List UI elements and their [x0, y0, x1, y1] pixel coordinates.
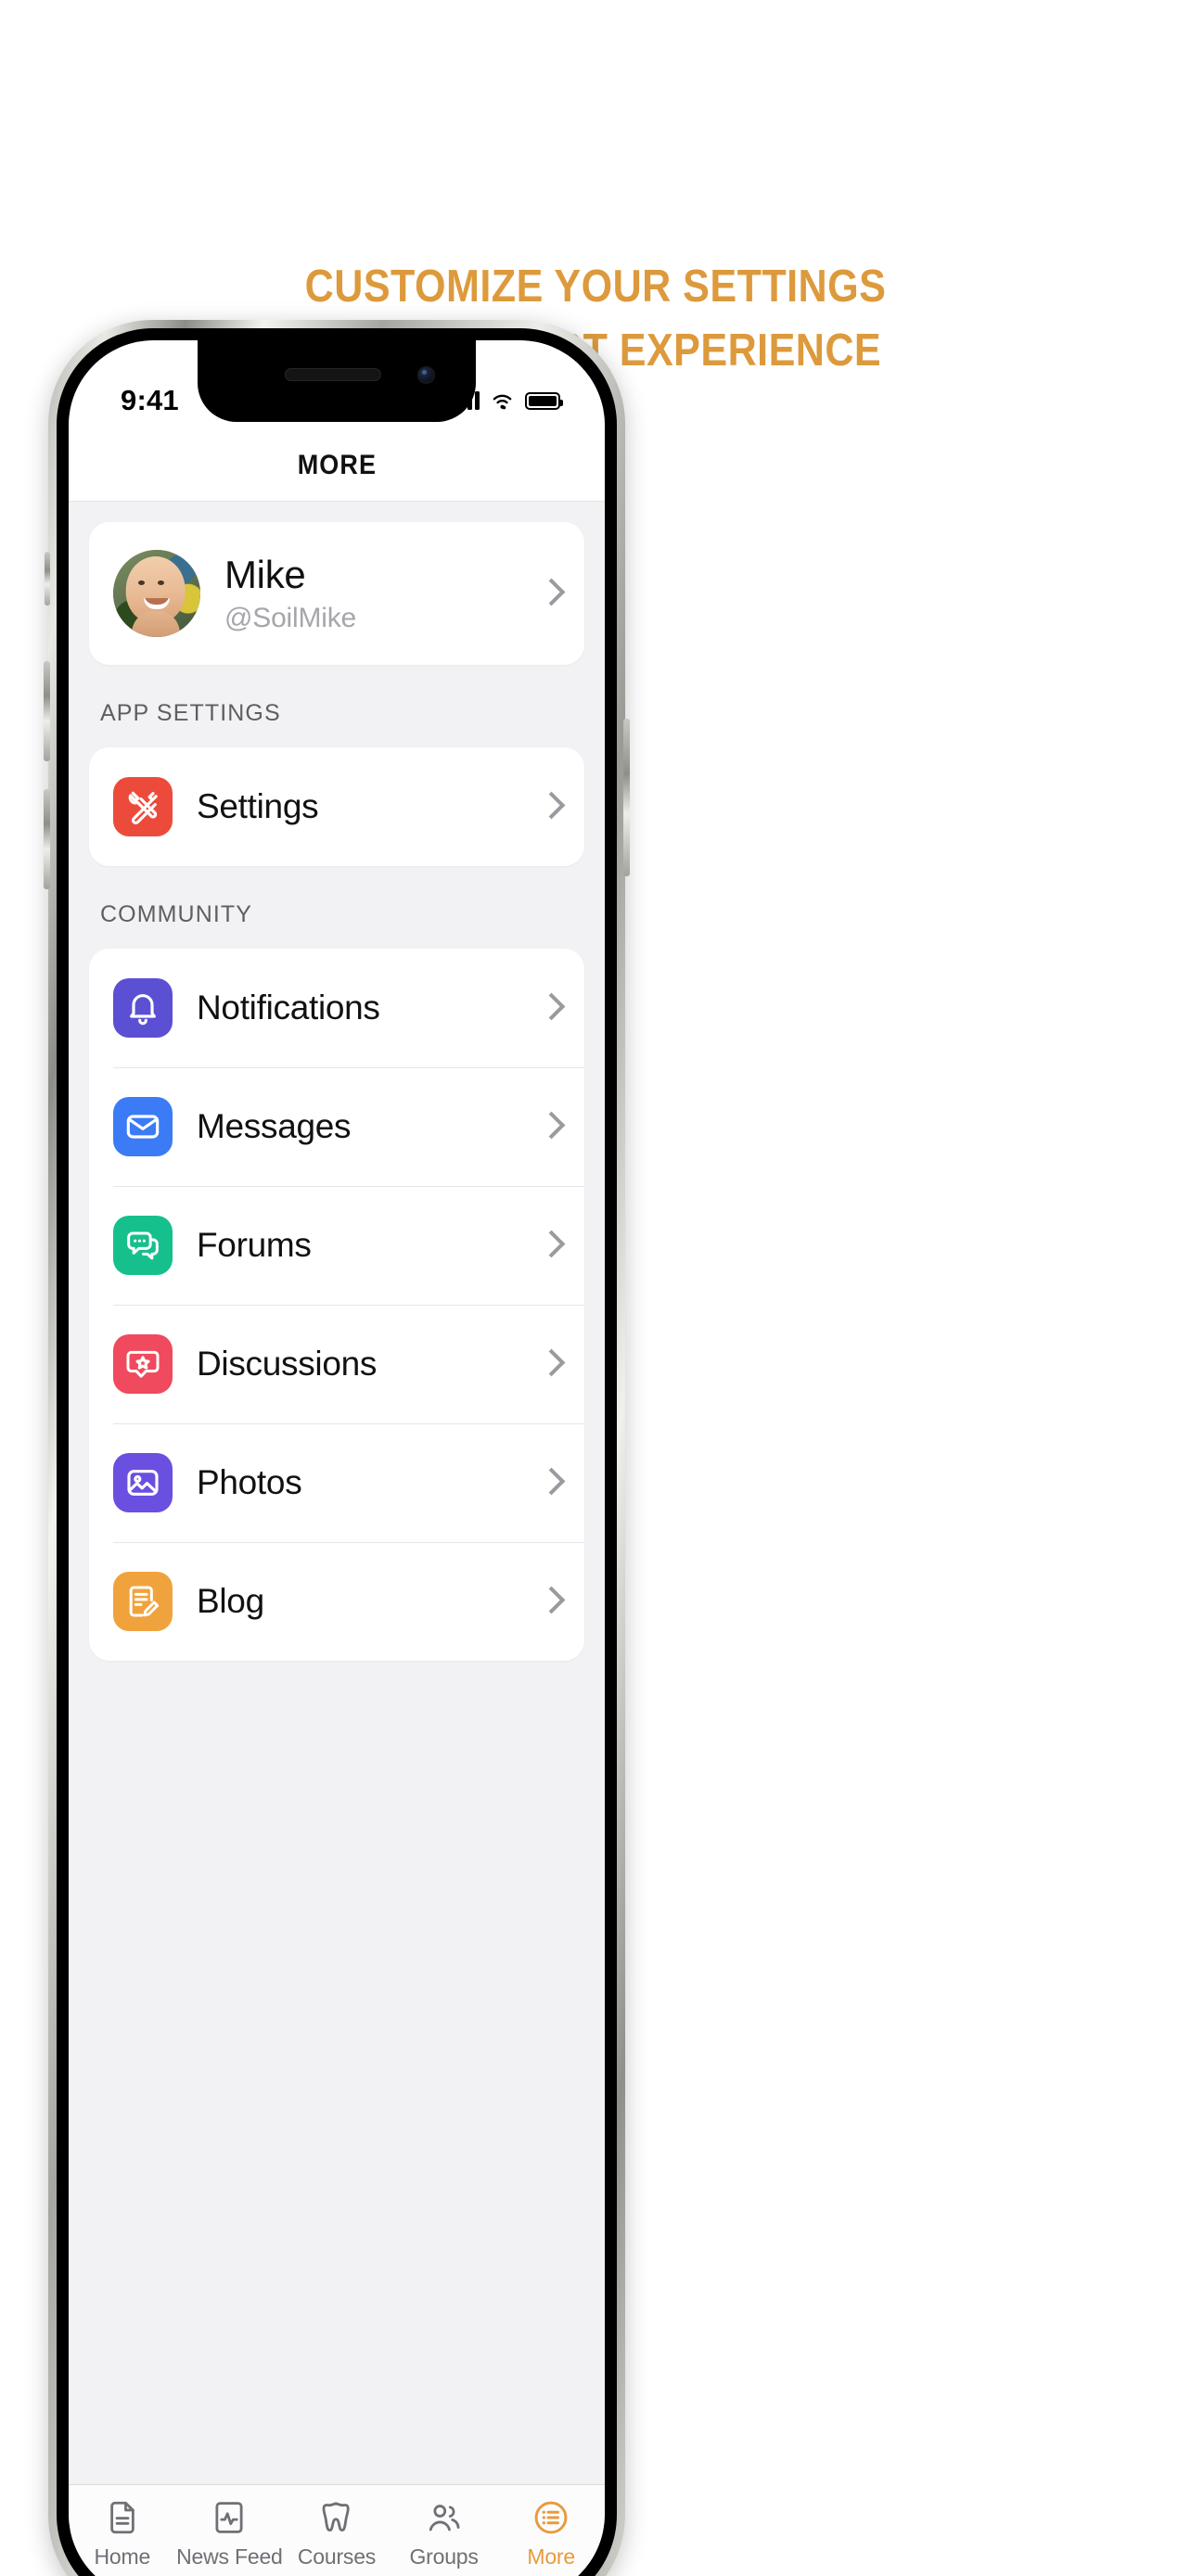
mute-switch[interactable] — [45, 552, 50, 606]
list-circle-icon — [534, 2501, 568, 2534]
profile-name: Mike — [224, 553, 306, 597]
list-item-blog[interactable]: Blog — [89, 1542, 584, 1661]
pulse-document-icon — [215, 2502, 243, 2533]
tab-label: Courses — [297, 2544, 377, 2569]
list-item-photos[interactable]: Photos — [89, 1423, 584, 1542]
chevron-right-icon — [540, 1231, 557, 1260]
list-item-notifications[interactable]: Notifications — [89, 949, 584, 1067]
battery-full-icon — [525, 391, 563, 410]
tab-groups[interactable]: Groups — [391, 2498, 498, 2570]
photo-icon — [113, 1453, 173, 1512]
profile-card[interactable]: Mike @SoilMike — [89, 522, 584, 665]
comment-star-icon — [113, 1334, 173, 1394]
list-item-label: Blog — [197, 1582, 264, 1620]
bell-icon — [113, 978, 173, 1038]
tab-home[interactable]: Home — [69, 2498, 176, 2570]
wifi-icon — [493, 394, 512, 409]
profile-handle: @SoilMike — [224, 602, 357, 633]
list-item-label: Notifications — [197, 988, 380, 1027]
list-item-label: Photos — [197, 1463, 302, 1501]
tab-bar: Home News Feed Courses Groups More — [69, 2484, 605, 2576]
tab-more[interactable]: More — [497, 2498, 605, 2570]
chat-bubbles-icon — [113, 1216, 173, 1275]
phone-frame: 9:41 MORE Mike @SoilMike APP SETTINGS Se… — [44, 320, 630, 2576]
people-icon — [429, 2505, 460, 2531]
status-time: 9:41 — [121, 384, 179, 416]
community-group: Notifications Messages Forums Discussion… — [89, 949, 584, 1661]
settings-list: Mike @SoilMike App Settings — [69, 502, 605, 2484]
volume-down-button[interactable] — [44, 789, 50, 889]
notch — [198, 340, 476, 422]
tooth-icon — [322, 2502, 350, 2531]
list-item-label: Messages — [197, 1107, 352, 1145]
profile-text: Mike @SoilMike — [224, 553, 540, 633]
list-item-label: Forums — [197, 1226, 312, 1264]
section-label-community: Community — [100, 901, 253, 927]
chevron-right-icon — [540, 792, 557, 822]
notepad-pen-icon — [113, 1572, 173, 1631]
power-button[interactable] — [623, 719, 630, 876]
envelope-icon — [113, 1097, 173, 1156]
chevron-right-icon — [540, 993, 557, 1023]
section-label-app-settings: App Settings — [100, 700, 281, 726]
nav-bar: More — [69, 429, 605, 502]
tab-news-feed[interactable]: News Feed — [176, 2498, 284, 2570]
list-item-discussions[interactable]: Discussions — [89, 1305, 584, 1423]
chevron-right-icon — [540, 1587, 557, 1616]
list-item-forums[interactable]: Forums — [89, 1186, 584, 1305]
promo-headline-line1: Customize your settings — [304, 261, 887, 312]
chevron-right-icon — [540, 1349, 557, 1379]
tab-courses[interactable]: Courses — [283, 2498, 391, 2570]
list-item-label: Discussions — [197, 1345, 378, 1383]
avatar — [113, 550, 200, 637]
tab-label: News Feed — [176, 2544, 283, 2569]
earpiece-speaker-icon — [284, 368, 381, 381]
volume-up-button[interactable] — [44, 661, 50, 761]
list-item-messages[interactable]: Messages — [89, 1067, 584, 1186]
promo-screenshot: Customize your settings for the best exp… — [0, 0, 1191, 2576]
phone-bezel: 9:41 MORE Mike @SoilMike APP SETTINGS Se… — [57, 328, 617, 2576]
document-icon — [110, 2501, 134, 2534]
app-settings-group: Settings — [89, 747, 584, 866]
tab-label: Groups — [409, 2544, 479, 2569]
phone-screen: 9:41 MORE Mike @SoilMike APP SETTINGS Se… — [69, 340, 605, 2576]
list-item-settings[interactable]: Settings — [89, 747, 584, 866]
tab-label: More — [527, 2544, 575, 2569]
tools-icon — [113, 777, 173, 836]
chevron-right-icon — [540, 1112, 557, 1141]
profile-row[interactable]: Mike @SoilMike — [89, 522, 584, 665]
chevron-right-icon — [540, 1468, 557, 1498]
chevron-right-icon — [540, 579, 557, 608]
tab-label: Home — [94, 2544, 151, 2569]
page-title: More — [297, 449, 377, 480]
front-camera-icon — [417, 366, 435, 384]
list-item-label: Settings — [197, 787, 319, 825]
